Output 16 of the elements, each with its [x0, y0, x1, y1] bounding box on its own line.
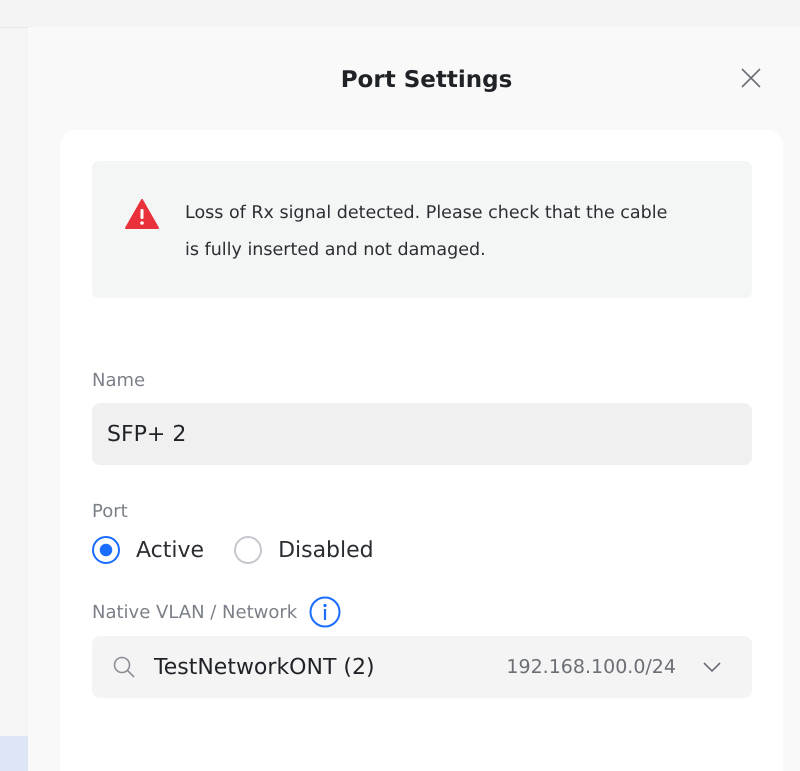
radio-option[interactable]: Disabled — [234, 536, 374, 564]
search-icon — [112, 655, 136, 679]
list-row — [0, 736, 28, 771]
close-icon — [741, 68, 761, 88]
panel-title: Port Settings — [340, 66, 512, 92]
network-select[interactable]: TestNetworkONT (2) 192.168.100.0/24 — [92, 636, 752, 698]
name-field[interactable]: SFP+ 2 — [92, 403, 752, 465]
field-label: Port — [92, 501, 129, 522]
chevron-down-icon — [702, 661, 722, 673]
field-label: Name — [92, 370, 146, 391]
alert-message: Loss of Rx signal detected. Please check that the cable is fully inserted and not damaged. — [185, 202, 668, 262]
field-label: Native VLAN / Network — [92, 602, 298, 622]
close-button[interactable] — [741, 68, 761, 88]
warning-icon — [125, 199, 159, 229]
radio-option[interactable]: Active — [92, 536, 204, 564]
info-icon[interactable] — [309, 596, 342, 628]
